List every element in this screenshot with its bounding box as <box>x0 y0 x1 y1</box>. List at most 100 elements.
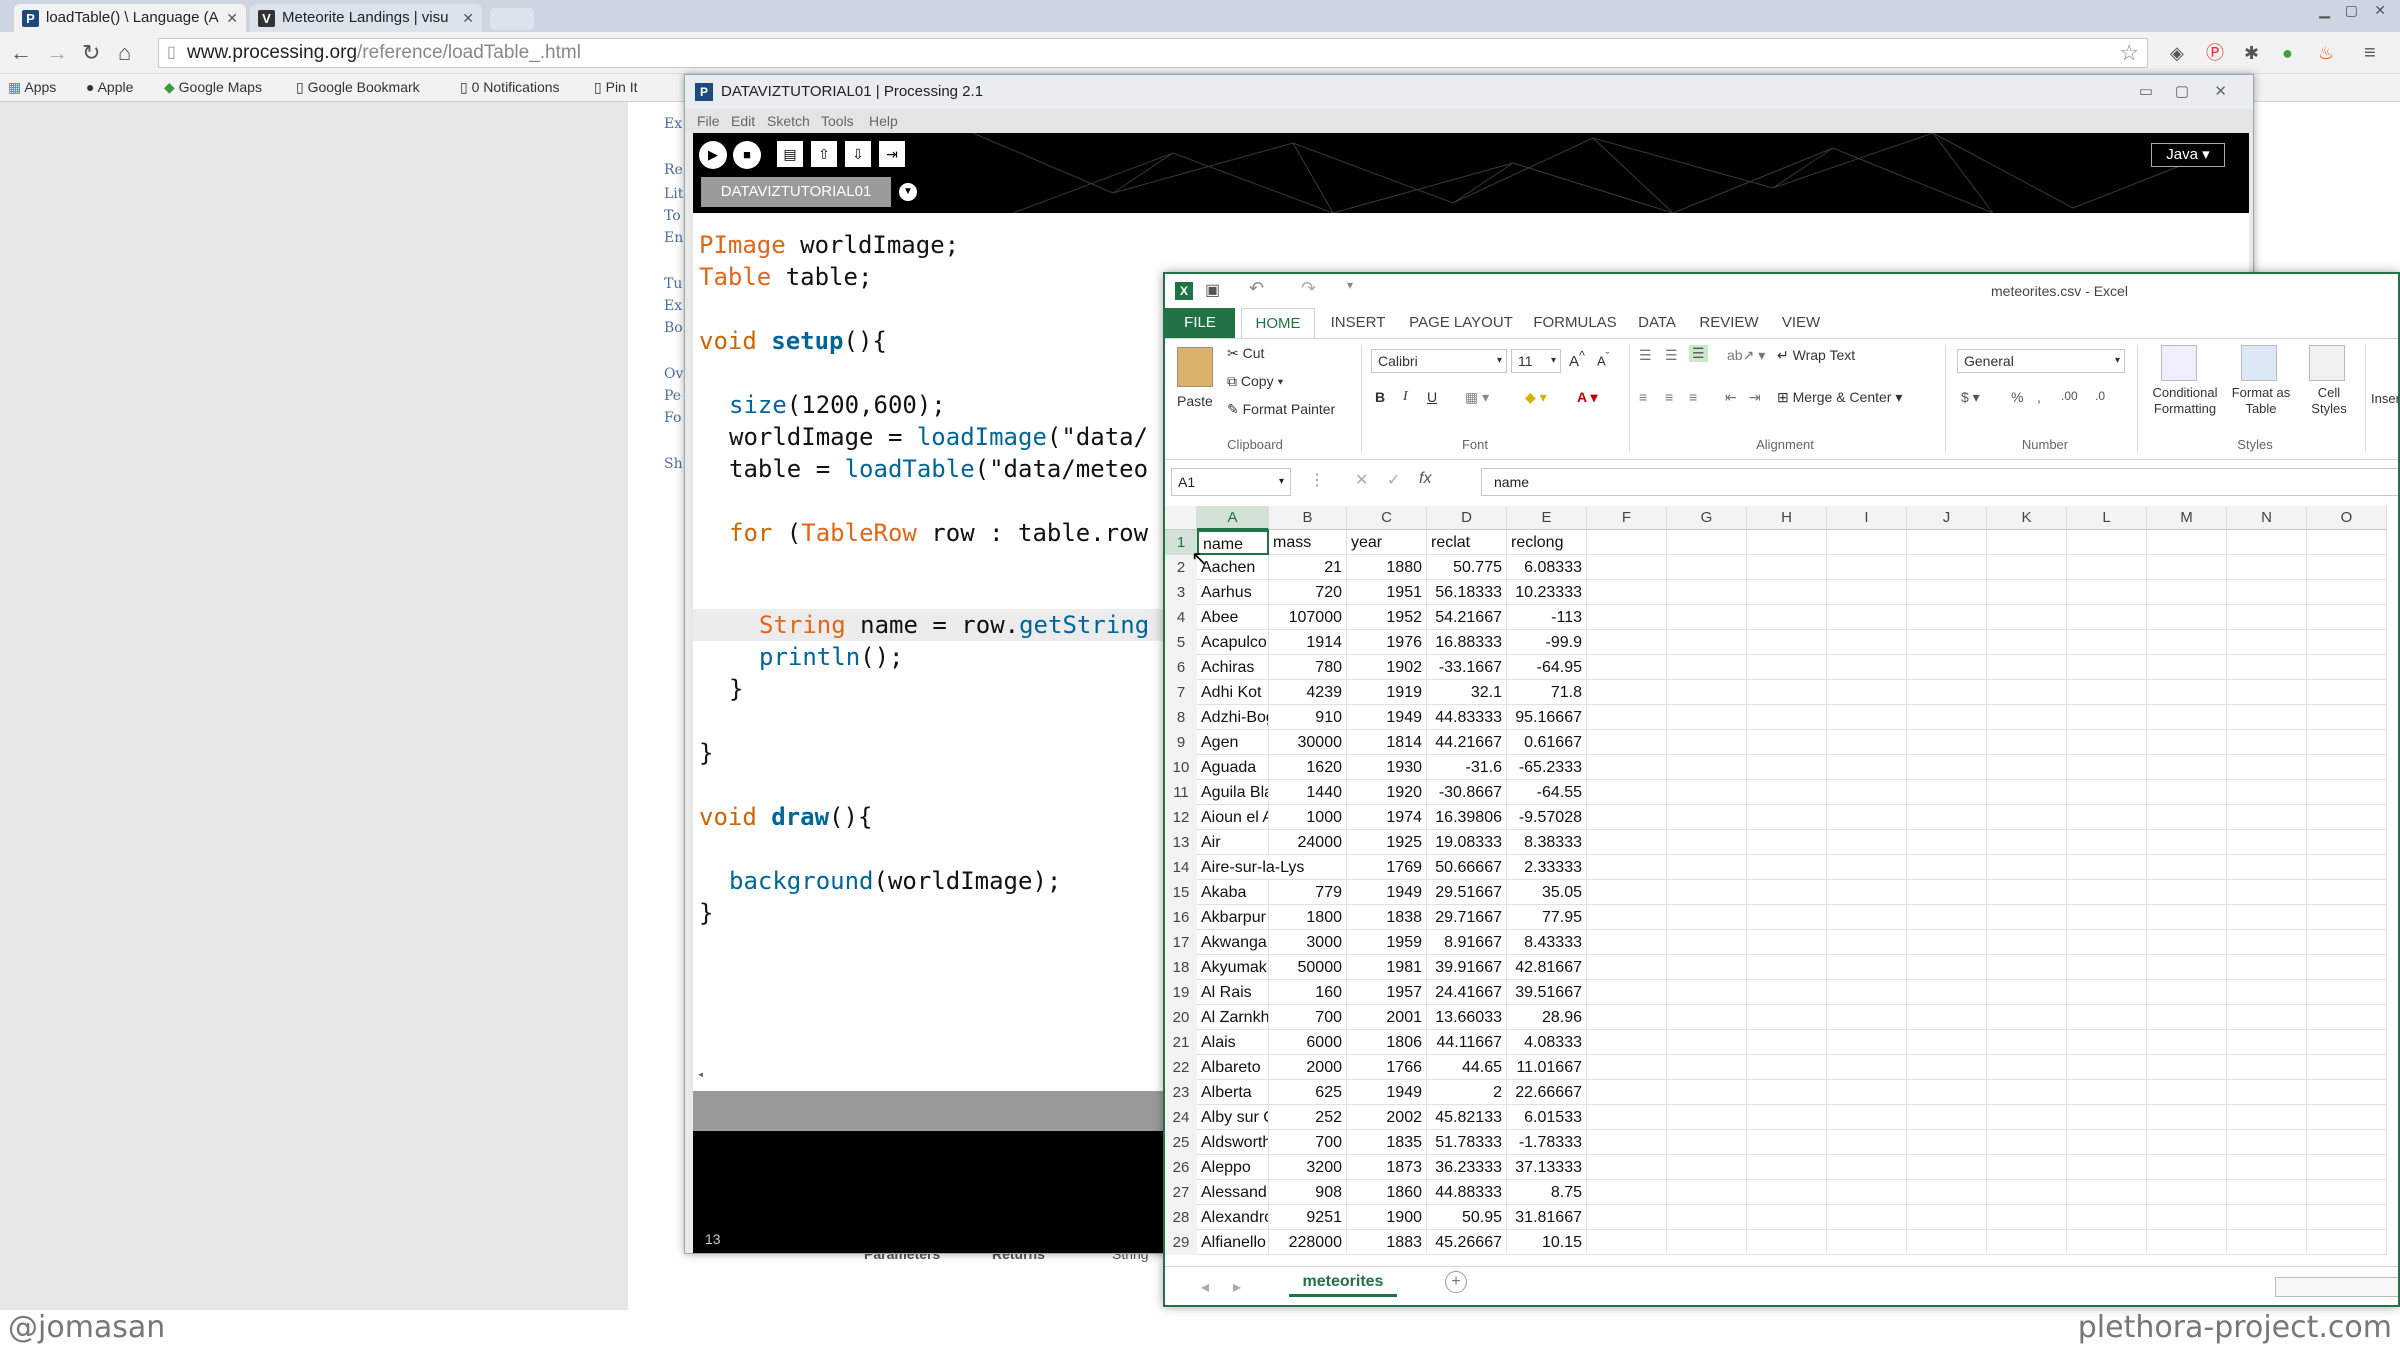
sheet-tab-meteorites[interactable]: meteorites <box>1289 1267 1397 1297</box>
bookmark-pin-it[interactable]: ▯ Pin It <box>594 79 638 96</box>
font-color-icon[interactable]: A ▾ <box>1577 389 1598 406</box>
empty-cell[interactable] <box>1907 730 1987 755</box>
empty-cell[interactable] <box>2227 1130 2307 1155</box>
data-cell[interactable]: 44.11667 <box>1427 1030 1507 1055</box>
data-cell[interactable]: 8.43333 <box>1507 930 1587 955</box>
empty-cell[interactable] <box>1987 605 2067 630</box>
empty-cell[interactable] <box>2147 855 2227 880</box>
row-header[interactable]: 20 <box>1165 1005 1197 1030</box>
chrome-menu-icon[interactable]: ≡ <box>2364 40 2376 66</box>
empty-cell[interactable] <box>1747 880 1827 905</box>
minimize-window-icon[interactable]: ▭ <box>2139 75 2153 109</box>
empty-cell[interactable] <box>1587 880 1667 905</box>
empty-cell[interactable] <box>1987 1080 2067 1105</box>
data-cell[interactable]: Akwanga <box>1197 930 1269 955</box>
empty-cell[interactable] <box>1907 805 1987 830</box>
data-cell[interactable]: 45.26667 <box>1427 1230 1507 1255</box>
data-cell[interactable]: 31.81667 <box>1507 1205 1587 1230</box>
page-link-fragment[interactable]: Tu <box>664 276 682 292</box>
bold-button[interactable]: B <box>1375 389 1385 405</box>
empty-cell[interactable] <box>1827 830 1907 855</box>
header-cell[interactable]: name <box>1197 530 1269 555</box>
page-link-fragment[interactable]: Bo <box>664 320 683 336</box>
row-header[interactable]: 8 <box>1165 705 1197 730</box>
empty-cell[interactable] <box>1667 780 1747 805</box>
paste-button[interactable]: Paste <box>1177 393 1213 409</box>
data-cell[interactable]: 19.08333 <box>1427 830 1507 855</box>
column-header[interactable]: N <box>2227 506 2307 530</box>
data-cell[interactable]: Aldsworth <box>1197 1130 1269 1155</box>
empty-cell[interactable] <box>2227 605 2307 630</box>
data-cell[interactable]: 42.81667 <box>1507 955 1587 980</box>
data-cell[interactable]: 1957 <box>1347 980 1427 1005</box>
empty-cell[interactable] <box>2067 555 2147 580</box>
empty-cell[interactable] <box>1587 930 1667 955</box>
data-cell[interactable]: -113 <box>1507 605 1587 630</box>
flame-extension-icon[interactable]: ♨ <box>2318 40 2334 66</box>
decrease-decimal-icon[interactable]: .0 <box>2095 389 2105 403</box>
empty-cell[interactable] <box>1587 780 1667 805</box>
data-cell[interactable]: 1981 <box>1347 955 1427 980</box>
empty-cell[interactable] <box>2227 830 2307 855</box>
empty-cell[interactable] <box>2307 1130 2387 1155</box>
data-cell[interactable]: 44.21667 <box>1427 730 1507 755</box>
empty-cell[interactable] <box>1747 730 1827 755</box>
data-cell[interactable]: 8.38333 <box>1507 830 1587 855</box>
empty-cell[interactable] <box>1987 1005 2067 1030</box>
empty-cell[interactable] <box>1827 680 1907 705</box>
data-cell[interactable]: 11.01667 <box>1507 1055 1587 1080</box>
empty-cell[interactable] <box>1747 780 1827 805</box>
data-cell[interactable]: 1930 <box>1347 755 1427 780</box>
column-header[interactable]: J <box>1907 506 1987 530</box>
empty-cell[interactable] <box>1907 755 1987 780</box>
font-name-dropdown[interactable]: Calibri ▾ <box>1371 349 1507 373</box>
paste-icon[interactable] <box>1177 347 1213 387</box>
data-cell[interactable]: Aachen <box>1197 555 1269 580</box>
empty-cell[interactable] <box>2147 1105 2227 1130</box>
sheet-scroll-right-icon[interactable]: ▸ <box>1233 1277 1241 1297</box>
empty-cell[interactable] <box>1667 830 1747 855</box>
empty-cell[interactable] <box>2227 805 2307 830</box>
empty-cell[interactable] <box>1907 1105 1987 1130</box>
empty-cell[interactable] <box>2147 530 2227 555</box>
empty-cell[interactable] <box>2067 830 2147 855</box>
empty-cell[interactable] <box>2147 1205 2227 1230</box>
empty-cell[interactable] <box>1907 605 1987 630</box>
empty-cell[interactable] <box>1667 655 1747 680</box>
data-cell[interactable]: 1949 <box>1347 880 1427 905</box>
empty-cell[interactable] <box>2147 755 2227 780</box>
orientation-icon[interactable]: ab↗ ▾ <box>1727 347 1765 364</box>
empty-cell[interactable] <box>1747 1180 1827 1205</box>
empty-cell[interactable] <box>2227 855 2307 880</box>
format-as-table-button[interactable]: Format as Table <box>2229 385 2293 417</box>
data-cell[interactable]: 16.88333 <box>1427 630 1507 655</box>
data-cell[interactable]: 1838 <box>1347 905 1427 930</box>
data-cell[interactable]: Acapulco <box>1197 630 1269 655</box>
spreadsheet-grid[interactable]: A B C D E F G H I J K L M N O 1 name mass year reclat reclon… <box>1165 506 2398 1266</box>
empty-cell[interactable] <box>1987 580 2067 605</box>
data-cell[interactable]: Al Zarnkh <box>1197 1005 1269 1030</box>
empty-cell[interactable] <box>2307 1080 2387 1105</box>
bookmark-apple[interactable]: ● Apple <box>86 79 133 95</box>
decrease-indent-icon[interactable]: ⇤ <box>1725 389 1737 406</box>
pinterest-icon[interactable]: Ⓟ <box>2206 40 2224 66</box>
empty-cell[interactable] <box>1587 705 1667 730</box>
data-cell[interactable]: Achiras <box>1197 655 1269 680</box>
data-cell[interactable]: 50.95 <box>1427 1205 1507 1230</box>
empty-cell[interactable] <box>2307 555 2387 580</box>
empty-cell[interactable] <box>2067 780 2147 805</box>
empty-cell[interactable] <box>1667 1055 1747 1080</box>
data-cell[interactable]: -1.78333 <box>1507 1130 1587 1155</box>
empty-cell[interactable] <box>1987 655 2067 680</box>
empty-cell[interactable] <box>2147 1080 2227 1105</box>
data-cell[interactable]: 50.66667 <box>1427 855 1507 880</box>
redo-icon[interactable]: ↷ <box>1301 278 1316 299</box>
data-cell[interactable]: 0.61667 <box>1507 730 1587 755</box>
empty-cell[interactable] <box>2067 530 2147 555</box>
empty-cell[interactable] <box>1667 1080 1747 1105</box>
empty-cell[interactable] <box>1587 830 1667 855</box>
empty-cell[interactable] <box>2227 905 2307 930</box>
empty-cell[interactable] <box>1747 905 1827 930</box>
row-header[interactable]: 17 <box>1165 930 1197 955</box>
row-header[interactable]: 12 <box>1165 805 1197 830</box>
